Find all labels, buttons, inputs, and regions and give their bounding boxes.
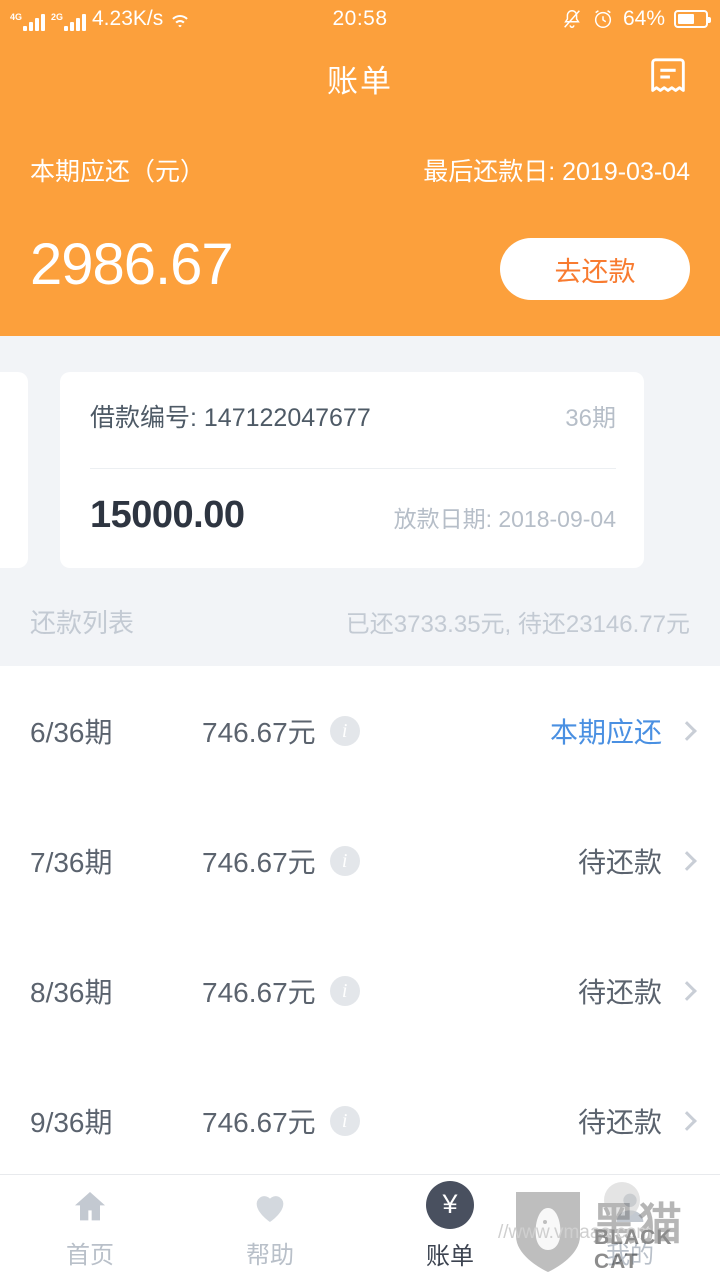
status-bar: 4G 2G 4.23K/s 20:58 64% [0,0,720,38]
repayment-list-stats: 已还3733.35元, 待还23146.77元 [345,610,690,638]
info-icon[interactable]: i [329,976,360,1006]
chevron-right-icon[interactable] [677,1111,697,1131]
info-icon[interactable]: i [329,1106,360,1136]
chevron-right-icon[interactable] [677,851,697,871]
status-badge: 待还款 [577,1107,662,1138]
status-badge: 待还款 [577,847,662,878]
yen-coin-icon: ¥ [426,1180,474,1229]
row-amount: 746.67元 [202,847,316,878]
loan-number: 借款编号: 147122047677 [90,404,371,432]
nav-label: 我的 [606,1241,654,1269]
repayment-list: 6/36期 746.67元 i 本期应还 7/36期 746.67元 i 待还款 8/36期 74… [0,666,720,1174]
repayment-list-title: 还款列表 [30,607,135,638]
table-row[interactable]: 7/36期 746.67元 i 待还款 [0,796,720,926]
mute-bell-icon [564,10,580,28]
loan-principal: 15000.00 [90,494,245,536]
row-amount: 746.67元 [202,717,316,748]
page-header: 4G 2G 4.23K/s 20:58 64% 账单 本期应还（元） 最后还款日… [0,0,720,336]
status-badge: 本期应还 [549,717,662,748]
loan-card[interactable]: 借款编号: 147122047677 36期 15000.00 放款日期: 20… [60,372,644,568]
row-amount: 746.67元 [202,1107,316,1138]
table-row[interactable]: 9/36期 746.67元 i 待还款 [0,1056,720,1186]
loan-card-previous-peek[interactable] [0,372,28,568]
battery-icon [674,10,711,28]
chevron-right-icon[interactable] [677,721,697,741]
loan-card-top-row: 借款编号: 147122047677 36期 [90,398,616,434]
row-term: 6/36期 [30,717,113,748]
loan-card-bottom-row: 15000.00 放款日期: 2018-09-04 [90,494,616,537]
current-due-label: 本期应还（元） [30,158,206,186]
go-repay-button[interactable]: 去还款 [500,238,690,300]
table-row[interactable]: 8/36期 746.67元 i 待还款 [0,926,720,1056]
person-icon [609,1186,651,1228]
app-root: 4G 2G 4.23K/s 20:58 64% 账单 本期应还（元） 最后还款日… [0,0,720,1280]
row-amount: 746.67元 [202,977,316,1008]
loan-card-carousel[interactable]: 借款编号: 147122047677 36期 15000.00 放款日期: 20… [0,372,720,568]
heart-icon [249,1186,291,1228]
nav-item-帮助[interactable]: 帮助 [180,1175,360,1280]
page-title: 账单 [327,64,393,99]
info-icon[interactable]: i [329,846,360,876]
chevron-right-icon[interactable] [677,981,697,1001]
info-icon[interactable]: i [329,716,360,746]
repayment-list-header: 还款列表 已还3733.35元, 待还23146.77元 [0,598,720,644]
alarm-clock-icon [594,10,612,28]
nav-label: 账单 [426,1242,474,1270]
nav-label: 帮助 [246,1241,294,1269]
receipt-icon[interactable] [644,54,692,100]
home-icon [69,1186,111,1228]
last-repay-date: 最后还款日: 2019-03-04 [423,158,690,186]
loan-card-divider [90,468,616,469]
title-bar: 账单 [0,38,720,120]
battery-percent: 64% [622,7,665,30]
nav-item-账单[interactable]: ¥ 账单 [360,1175,540,1280]
nav-item-我的[interactable]: 我的 [540,1175,720,1280]
nav-label: 首页 [66,1241,114,1269]
bottom-navigation: 首页 帮助 ¥ 账单 我的 [0,1174,720,1280]
table-row[interactable]: 6/36期 746.67元 i 本期应还 [0,666,720,796]
due-amount: 2986.67 [30,232,234,297]
row-term: 7/36期 [30,847,113,878]
row-term: 9/36期 [30,1107,113,1138]
status-badge: 待还款 [577,977,662,1008]
row-term: 8/36期 [30,977,113,1008]
loan-disburse-date: 放款日期: 2018-09-04 [393,506,616,532]
nav-item-首页[interactable]: 首页 [0,1175,180,1280]
status-bar-right: 64% [561,7,711,31]
loan-terms: 36期 [565,405,616,432]
